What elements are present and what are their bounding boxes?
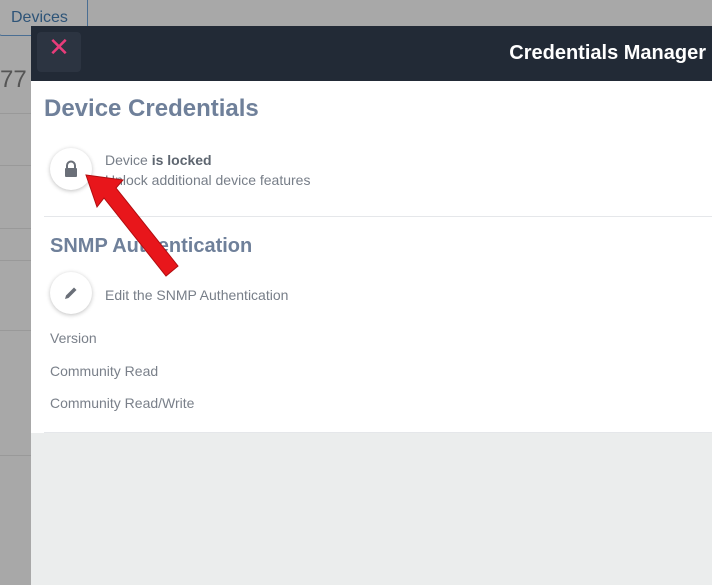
background-number: 77 — [0, 66, 27, 93]
modal-body: Device Credentials Device is locked Unlo… — [31, 81, 712, 433]
modal-header: ✕ Credentials Manager — [31, 26, 712, 81]
field-community-read-write-label: Community Read/Write — [50, 395, 195, 411]
lock-subtitle: Unlock additional device features — [105, 172, 311, 188]
unlock-button[interactable] — [50, 148, 92, 190]
modal-title: Credentials Manager — [509, 42, 706, 64]
section-divider — [44, 216, 712, 217]
credentials-modal: ✕ Credentials Manager Device Credentials… — [31, 26, 712, 585]
close-button[interactable]: ✕ — [37, 32, 81, 72]
pencil-icon — [65, 287, 77, 299]
field-community-read-label: Community Read — [50, 363, 159, 379]
modal-footer — [31, 433, 712, 585]
device-credentials-heading: Device Credentials — [44, 95, 259, 122]
close-icon: ✕ — [48, 32, 70, 62]
edit-snmp-label: Edit the SNMP Authentication — [105, 287, 289, 303]
lock-status: is locked — [151, 152, 212, 168]
lock-status-text: Device is locked — [105, 152, 212, 168]
field-version-label: Version — [50, 330, 97, 346]
edit-snmp-button[interactable] — [50, 272, 92, 314]
lock-prefix: Device — [105, 152, 148, 168]
snmp-heading: SNMP Authentication — [50, 235, 253, 257]
lock-icon — [65, 160, 77, 177]
